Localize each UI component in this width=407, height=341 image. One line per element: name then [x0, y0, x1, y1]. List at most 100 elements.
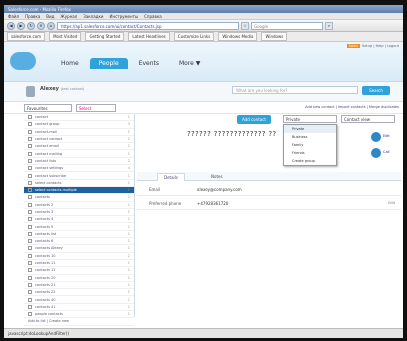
home-icon[interactable]: ⌂ [47, 21, 55, 30]
edit-icon[interactable] [371, 132, 381, 142]
list-item[interactable]: contact email 1 [24, 143, 134, 151]
tab-notes[interactable]: Notes [205, 173, 229, 180]
list-item[interactable]: contacts 3 1 [24, 209, 134, 217]
checkbox[interactable] [28, 115, 32, 120]
menu-item-1[interactable]: Правка [25, 14, 40, 19]
contact-view-select[interactable]: Contact view [341, 115, 395, 123]
view-select[interactable]: Favourites [24, 104, 72, 112]
list-item[interactable]: contacts list 1 [24, 231, 134, 239]
top-links-text[interactable]: Setup | Help | Logout [362, 44, 399, 48]
web-search-input[interactable]: Google [251, 21, 323, 30]
list-item[interactable]: contacts 2 [24, 194, 134, 202]
dropdown-option[interactable]: Business [284, 133, 336, 141]
call-label[interactable]: Call [383, 150, 390, 154]
star-icon[interactable]: ☆ [241, 21, 249, 30]
list-item[interactable]: select contacts 1 [24, 180, 134, 187]
list-item[interactable]: contacts 5 1 [24, 223, 134, 231]
list-item[interactable]: contacts 4 1 [24, 216, 134, 224]
list-item[interactable]: contacts 10 2 [24, 253, 134, 260]
dropdown-option[interactable]: Friends [284, 149, 336, 157]
checkbox[interactable] [28, 158, 32, 163]
dropdown-option[interactable]: Family [284, 141, 336, 149]
checkbox[interactable] [28, 173, 32, 178]
dropdown-option[interactable]: Private [284, 125, 336, 133]
edit-label[interactable]: Edit [383, 134, 390, 138]
list-item[interactable]: contact 1 [24, 114, 134, 122]
list-item[interactable]: contacts 22 1 [24, 289, 134, 297]
checkbox[interactable] [28, 282, 32, 287]
checkbox[interactable] [28, 239, 32, 244]
checkbox[interactable] [28, 246, 32, 251]
checkbox[interactable] [28, 151, 32, 156]
menu-item-0[interactable]: Файл [8, 14, 19, 19]
checkbox[interactable] [28, 217, 32, 222]
checkbox[interactable] [28, 180, 32, 185]
list-item[interactable]: contacts 6 1 [24, 238, 134, 246]
list-item[interactable]: select contacts multiple 1 [24, 186, 134, 195]
search-icon[interactable]: ⌕ [325, 21, 333, 30]
checkbox[interactable] [28, 166, 32, 171]
checkbox[interactable] [28, 253, 32, 258]
list-item[interactable]: contacts 21 1 [24, 282, 134, 290]
menu-item-2[interactable]: Вид [46, 14, 54, 19]
address-bar[interactable]: https://ap1.salesforce.com/ui/contact/Co… [57, 21, 239, 30]
list-item[interactable]: contact lists 2 [24, 158, 134, 166]
list-item[interactable]: contacts 41 1 [24, 304, 134, 312]
checkbox[interactable] [28, 137, 32, 142]
menu-item-3[interactable]: Журнал [60, 14, 77, 19]
checkbox[interactable] [28, 231, 32, 236]
tab-events[interactable]: Events [130, 58, 168, 69]
chevron-down-icon[interactable]: ▼ [194, 60, 201, 67]
search-button[interactable]: Search [362, 86, 390, 95]
dropdown-option[interactable]: Create group [284, 157, 336, 165]
menu-item-5[interactable]: Инструменты [109, 14, 138, 19]
checkbox[interactable] [28, 297, 32, 302]
list-item[interactable]: contact mailing 1 [24, 150, 134, 158]
menu-item-6[interactable]: Справка [144, 14, 162, 19]
checkbox[interactable] [28, 304, 32, 309]
checkbox[interactable] [28, 202, 32, 207]
second-select[interactable]: Select [76, 104, 116, 112]
list-item[interactable]: contact group 3 [24, 121, 134, 129]
bookmark-5[interactable]: Windows Media [218, 32, 258, 41]
top-links[interactable]: Sales Setup | Help | Logout [346, 44, 399, 48]
menu-item-4[interactable]: Закладки [83, 14, 103, 19]
stop-icon[interactable]: ✕ [37, 21, 45, 30]
list-item[interactable]: contact settings 4 [24, 165, 134, 173]
checkbox[interactable] [28, 188, 32, 193]
bookmark-2[interactable]: Getting Started [85, 32, 125, 41]
email-value[interactable]: alexey@company.com [197, 187, 242, 192]
checkbox[interactable] [28, 210, 32, 214]
list-item[interactable]: contact contact 2 [24, 136, 134, 144]
list-item[interactable]: contacts 2 1 [24, 202, 134, 209]
forward-icon[interactable]: ▶ [17, 21, 25, 30]
checkbox[interactable] [28, 268, 32, 273]
app-badge[interactable]: Sales [346, 44, 361, 48]
bookmark-6[interactable]: Windows [261, 32, 288, 41]
list-item[interactable]: contact subscribe 1 [24, 172, 134, 180]
list-item[interactable]: contacts 20 1 [24, 275, 134, 282]
list-item[interactable]: contacts 11 1 [24, 260, 134, 268]
list-item[interactable]: contact-mail 1 [24, 129, 134, 136]
back-icon[interactable]: ◀ [7, 21, 15, 30]
checkbox[interactable] [28, 144, 32, 149]
bookmark-1[interactable]: Most Visited [49, 32, 82, 41]
checkbox[interactable] [28, 122, 32, 127]
phone-edit-link[interactable]: Edit [388, 201, 395, 205]
checkbox[interactable] [28, 195, 32, 200]
list-item[interactable]: contacts Alexey 1 [24, 245, 134, 253]
list-item[interactable]: people contacts 1 [24, 311, 134, 319]
list-item[interactable]: contacts 40 1 [24, 296, 134, 304]
phone-icon[interactable] [371, 148, 381, 158]
add-contact-button[interactable]: Add contact [237, 115, 271, 124]
global-search-input[interactable]: What are you looking for? [232, 86, 358, 94]
reload-icon[interactable]: ↻ [27, 21, 35, 30]
tab-home[interactable]: Home [52, 58, 88, 69]
tab-people[interactable]: People [89, 58, 128, 69]
list-footer[interactable]: Add to list | Create new [24, 318, 134, 326]
tab-more[interactable]: More ▼ [170, 58, 209, 69]
checkbox[interactable] [28, 261, 32, 266]
group-select[interactable]: Private [283, 115, 337, 123]
checkbox[interactable] [28, 312, 32, 317]
checkbox[interactable] [28, 129, 32, 134]
